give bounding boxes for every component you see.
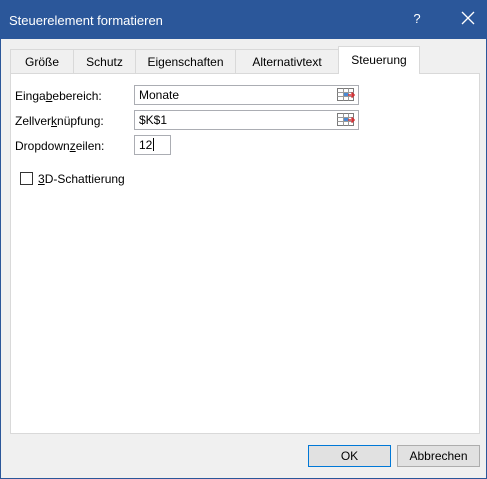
range-selector-icon	[337, 113, 356, 126]
tab-steuerung[interactable]: Steuerung	[338, 46, 420, 74]
input-range-value: Monate	[139, 88, 180, 102]
input-range-select-button[interactable]	[336, 87, 356, 103]
tab-eigenschaften[interactable]: Eigenschaften	[135, 49, 236, 73]
close-button[interactable]	[453, 5, 483, 33]
cell-link-field[interactable]: $K$1	[134, 110, 359, 130]
cell-link-label: Zellverknüpfung:	[15, 114, 104, 128]
format-control-dialog: Steuerelement formatieren ? Größe Schutz…	[0, 0, 487, 479]
ok-button[interactable]: OK	[308, 445, 391, 467]
cancel-button[interactable]: Abbrechen	[397, 445, 480, 467]
dropdown-lines-label: Dropdownzeilen:	[15, 139, 105, 153]
tab-panel-steuerung: Eingabebereich: Monate Zellverknüpfung: …	[10, 73, 480, 434]
dropdown-lines-value: 12	[139, 138, 153, 152]
tab-alternativtext[interactable]: Alternativtext	[235, 49, 339, 73]
input-range-label: Eingabebereich:	[15, 89, 102, 103]
dialog-title: Steuerelement formatieren	[9, 13, 163, 28]
tab-groesse[interactable]: Größe	[10, 49, 74, 73]
cell-link-select-button[interactable]	[336, 112, 356, 128]
shading-label[interactable]: 3D-Schattierung	[38, 172, 125, 186]
input-range-field[interactable]: Monate	[134, 85, 359, 105]
shading-checkbox[interactable]	[20, 172, 33, 185]
close-icon	[461, 11, 475, 25]
dropdown-lines-field[interactable]: 12	[134, 135, 171, 155]
text-caret	[153, 138, 155, 151]
help-button[interactable]: ?	[405, 5, 429, 33]
range-selector-icon	[337, 88, 356, 101]
tab-schutz[interactable]: Schutz	[73, 49, 136, 73]
title-bar[interactable]: Steuerelement formatieren ?	[1, 1, 486, 39]
tab-strip: Größe Schutz Eigenschaften Alternativtex…	[10, 46, 480, 74]
cell-link-value: $K$1	[139, 113, 168, 127]
